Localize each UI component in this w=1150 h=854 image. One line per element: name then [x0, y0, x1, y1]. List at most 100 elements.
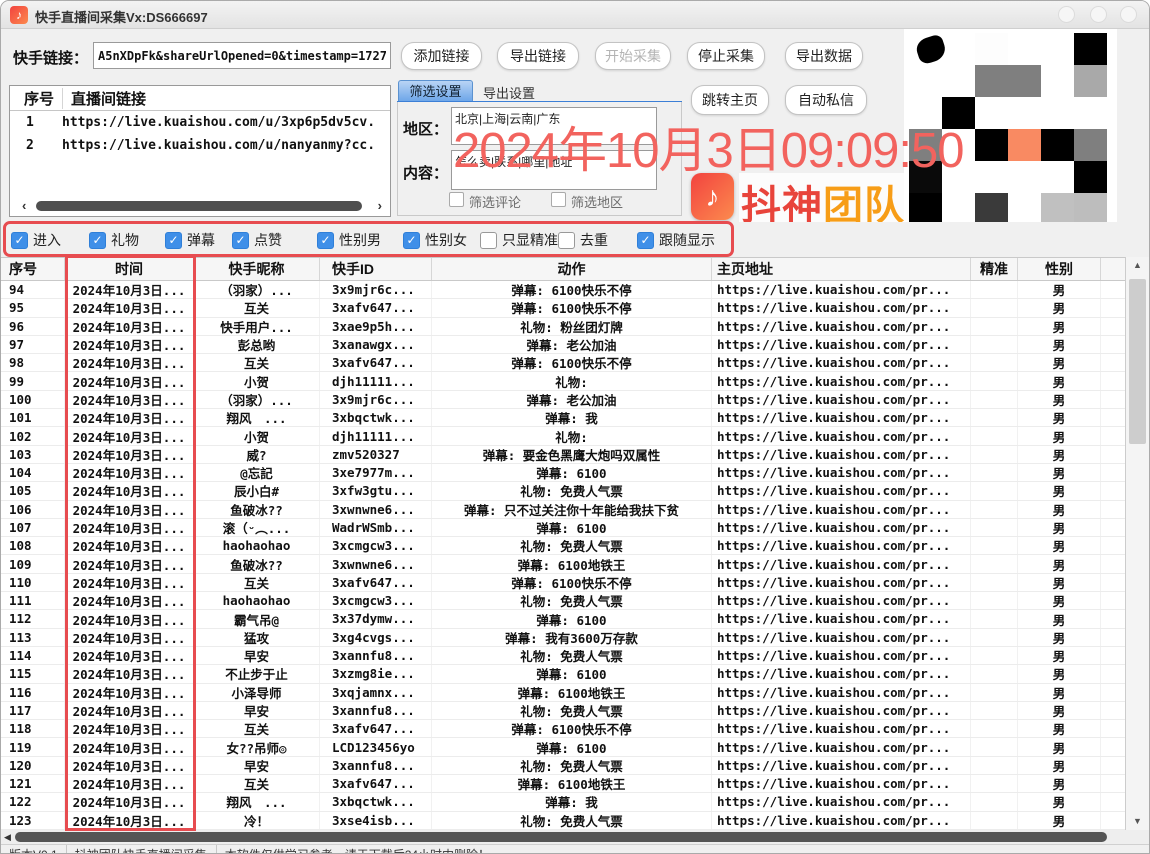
scroll-down-icon[interactable]: ▼	[1126, 813, 1149, 830]
cell-precise	[971, 318, 1018, 335]
qr-cell	[975, 129, 1008, 161]
table-row[interactable]: 99 2024年10月3日... 小贺 djh11111... 礼物: http…	[1, 372, 1127, 390]
table-row[interactable]: 116 2024年10月3日... 小泽导师 3xqjamnx... 弹幕: 6…	[1, 684, 1127, 702]
cell-nickname: 互关	[194, 354, 320, 371]
qr-cell	[1041, 193, 1074, 225]
cell-userid: 3xafv647...	[320, 720, 432, 737]
titlebar: ♪ 快手直播间采集Vx:DS666697	[1, 1, 1149, 29]
table-row[interactable]: 120 2024年10月3日... 早安 3xannfu8... 礼物: 免费人…	[1, 757, 1127, 775]
qr-cell	[942, 65, 975, 97]
table-row[interactable]: 117 2024年10月3日... 早安 3xannfu8... 礼物: 免费人…	[1, 702, 1127, 720]
close-button[interactable]	[1120, 6, 1137, 23]
table-row[interactable]: 95 2024年10月3日... 互关 3xafv647... 弹幕: 6100…	[1, 299, 1127, 317]
table-row[interactable]: 110 2024年10月3日... 互关 3xafv647... 弹幕: 610…	[1, 574, 1127, 592]
version-label: 版本V0.1	[1, 845, 67, 854]
cell-seq: 95	[1, 299, 65, 316]
kuaishou-link-input[interactable]	[93, 42, 391, 69]
table-vscroll-thumb[interactable]	[1129, 279, 1146, 444]
cell-seq: 105	[1, 482, 65, 499]
checkbox-icon[interactable]	[11, 232, 28, 249]
cell-seq: 102	[1, 427, 65, 444]
filter-checkbox-item[interactable]: 去重	[558, 230, 608, 250]
filter-checkbox-item[interactable]: 弹幕	[165, 230, 215, 250]
scroll-up-icon[interactable]: ▲	[1126, 257, 1149, 274]
checkbox-icon[interactable]	[480, 232, 497, 249]
checkbox-icon[interactable]	[165, 232, 182, 249]
cell-nickname: 威?	[194, 446, 320, 463]
cell-nickname: 小泽导师	[194, 684, 320, 701]
filter-checkbox-item[interactable]: 点赞	[232, 230, 282, 250]
scroll-left-icon[interactable]: ◀	[4, 831, 11, 843]
table-row[interactable]: 102 2024年10月3日... 小贺 djh11111... 礼物: htt…	[1, 427, 1127, 445]
table-hscroll-thumb[interactable]	[15, 832, 1107, 842]
filter-region-checkbox[interactable]	[551, 192, 566, 207]
table-row[interactable]: 122 2024年10月3日... 翔风 ... 3xbqctwk... 弹幕:…	[1, 793, 1127, 811]
table-row[interactable]: 108 2024年10月3日... haohaohao 3xcmgcw3... …	[1, 537, 1127, 555]
table-row[interactable]: 96 2024年10月3日... 快手用户... 3xae9p5h... 礼物:…	[1, 318, 1127, 336]
checkbox-icon[interactable]	[403, 232, 420, 249]
table-row[interactable]: 100 2024年10月3日... （羽家）... 3x9mjr6c... 弹幕…	[1, 391, 1127, 409]
checkbox-icon[interactable]	[558, 232, 575, 249]
checkbox-icon[interactable]	[232, 232, 249, 249]
table-hscrollbar[interactable]: ◀	[1, 830, 1150, 844]
table-row[interactable]: 113 2024年10月3日... 猛攻 3xg4cvgs... 弹幕: 我有3…	[1, 629, 1127, 647]
table-row[interactable]: 107 2024年10月3日... 滚（ᵕ︵... WadrWSmb... 弹幕…	[1, 519, 1127, 537]
maximize-button[interactable]	[1090, 6, 1107, 23]
checkbox-icon[interactable]	[637, 232, 654, 249]
cell-action: 礼物:	[432, 372, 712, 389]
table-vscrollbar[interactable]: ▲ ▼	[1125, 257, 1149, 830]
table-row[interactable]: 104 2024年10月3日... @忘記 3xe7977m... 弹幕: 61…	[1, 464, 1127, 482]
cell-seq: 114	[1, 647, 65, 664]
checkbox-icon[interactable]	[89, 232, 106, 249]
table-row[interactable]: 123 2024年10月3日... 冷！ 3xse4isb... 礼物: 免费人…	[1, 812, 1127, 830]
table-row[interactable]: 94 2024年10月3日... （羽家）... 3x9mjr6c... 弹幕:…	[1, 281, 1127, 299]
scroll-left-icon[interactable]: ‹	[22, 198, 26, 213]
table-row[interactable]: 101 2024年10月3日... 翔风 ... 3xbqctwk... 弹幕:…	[1, 409, 1127, 427]
cell-userid: 3xwnwne6...	[320, 555, 432, 572]
table-row[interactable]: 121 2024年10月3日... 互关 3xafv647... 弹幕: 610…	[1, 775, 1127, 793]
tab-filter-settings[interactable]: 筛选设置	[398, 80, 473, 102]
table-row[interactable]: 98 2024年10月3日... 互关 3xafv647... 弹幕: 6100…	[1, 354, 1127, 372]
content-label: 内容：	[403, 162, 448, 183]
cell-time: 2024年10月3日...	[65, 629, 194, 646]
qr-cell	[1041, 65, 1074, 97]
link-list-row[interactable]: 1 https://live.kuaishou.com/u/3xp6p5dv5c…	[10, 111, 390, 134]
link-list-hscrollbar[interactable]: ‹ ›	[10, 200, 390, 212]
export-links-button[interactable]: 导出链接	[497, 42, 579, 70]
start-collect-button[interactable]: 开始采集	[595, 42, 671, 70]
link-list-hscroll-thumb[interactable]	[36, 201, 362, 211]
cell-userid: 3xannfu8...	[320, 757, 432, 774]
filter-checkbox-item[interactable]: 性别男	[317, 230, 381, 250]
cell-homepage: https://live.kuaishou.com/pr...	[712, 501, 971, 518]
table-row[interactable]: 109 2024年10月3日... 鱼破冰?? 3xwnwne6... 弹幕: …	[1, 555, 1127, 573]
filter-checkbox-item[interactable]: 只显精准	[480, 230, 558, 250]
minimize-button[interactable]	[1058, 6, 1075, 23]
stop-collect-button[interactable]: 停止采集	[687, 42, 765, 70]
tab-export-settings[interactable]: 导出设置	[483, 83, 535, 102]
collected-data-table: 序号 时间 快手昵称 快手ID 动作 主页地址 精准 性别 94 2024年10…	[1, 257, 1127, 830]
table-row[interactable]: 103 2024年10月3日... 威? zmv520327 弹幕: 要金色黑鹰…	[1, 446, 1127, 464]
filter-checkbox-item[interactable]: 性别女	[403, 230, 467, 250]
table-row[interactable]: 119 2024年10月3日... 女??吊师◎ LCD123456yo 弹幕:…	[1, 738, 1127, 756]
filter-checkbox-item[interactable]: 进入	[11, 230, 61, 250]
cell-homepage: https://live.kuaishou.com/pr...	[712, 336, 971, 353]
table-row[interactable]: 118 2024年10月3日... 互关 3xafv647... 弹幕: 610…	[1, 720, 1127, 738]
table-row[interactable]: 112 2024年10月3日... 霸气吊@ 3x37dymw... 弹幕: 6…	[1, 610, 1127, 628]
table-header-row: 序号 时间 快手昵称 快手ID 动作 主页地址 精准 性别	[1, 258, 1127, 281]
table-row[interactable]: 115 2024年10月3日... 不止步于止 3xzmg8ie... 弹幕: …	[1, 665, 1127, 683]
add-link-button[interactable]: 添加链接	[401, 42, 482, 70]
qr-cell	[1074, 161, 1107, 193]
link-list-row[interactable]: 2 https://live.kuaishou.com/u/nanyanmy?c…	[10, 134, 390, 157]
table-row[interactable]: 106 2024年10月3日... 鱼破冰?? 3xwnwne6... 弹幕: …	[1, 501, 1127, 519]
table-row[interactable]: 105 2024年10月3日... 辰小白# 3xfw3gtu... 礼物: 免…	[1, 482, 1127, 500]
filter-checkbox-item[interactable]: 跟随显示	[637, 230, 715, 250]
checkbox-icon[interactable]	[317, 232, 334, 249]
export-data-button[interactable]: 导出数据	[785, 42, 863, 70]
filter-checkbox-item[interactable]: 礼物	[89, 230, 139, 250]
cell-time: 2024年10月3日...	[65, 464, 194, 481]
table-row[interactable]: 111 2024年10月3日... haohaohao 3xcmgcw3... …	[1, 592, 1127, 610]
table-row[interactable]: 114 2024年10月3日... 早安 3xannfu8... 礼物: 免费人…	[1, 647, 1127, 665]
table-row[interactable]: 97 2024年10月3日... 彭总哟 3xanawgx... 弹幕: 老公加…	[1, 336, 1127, 354]
filter-comment-checkbox[interactable]	[449, 192, 464, 207]
scroll-right-icon[interactable]: ›	[378, 198, 382, 213]
